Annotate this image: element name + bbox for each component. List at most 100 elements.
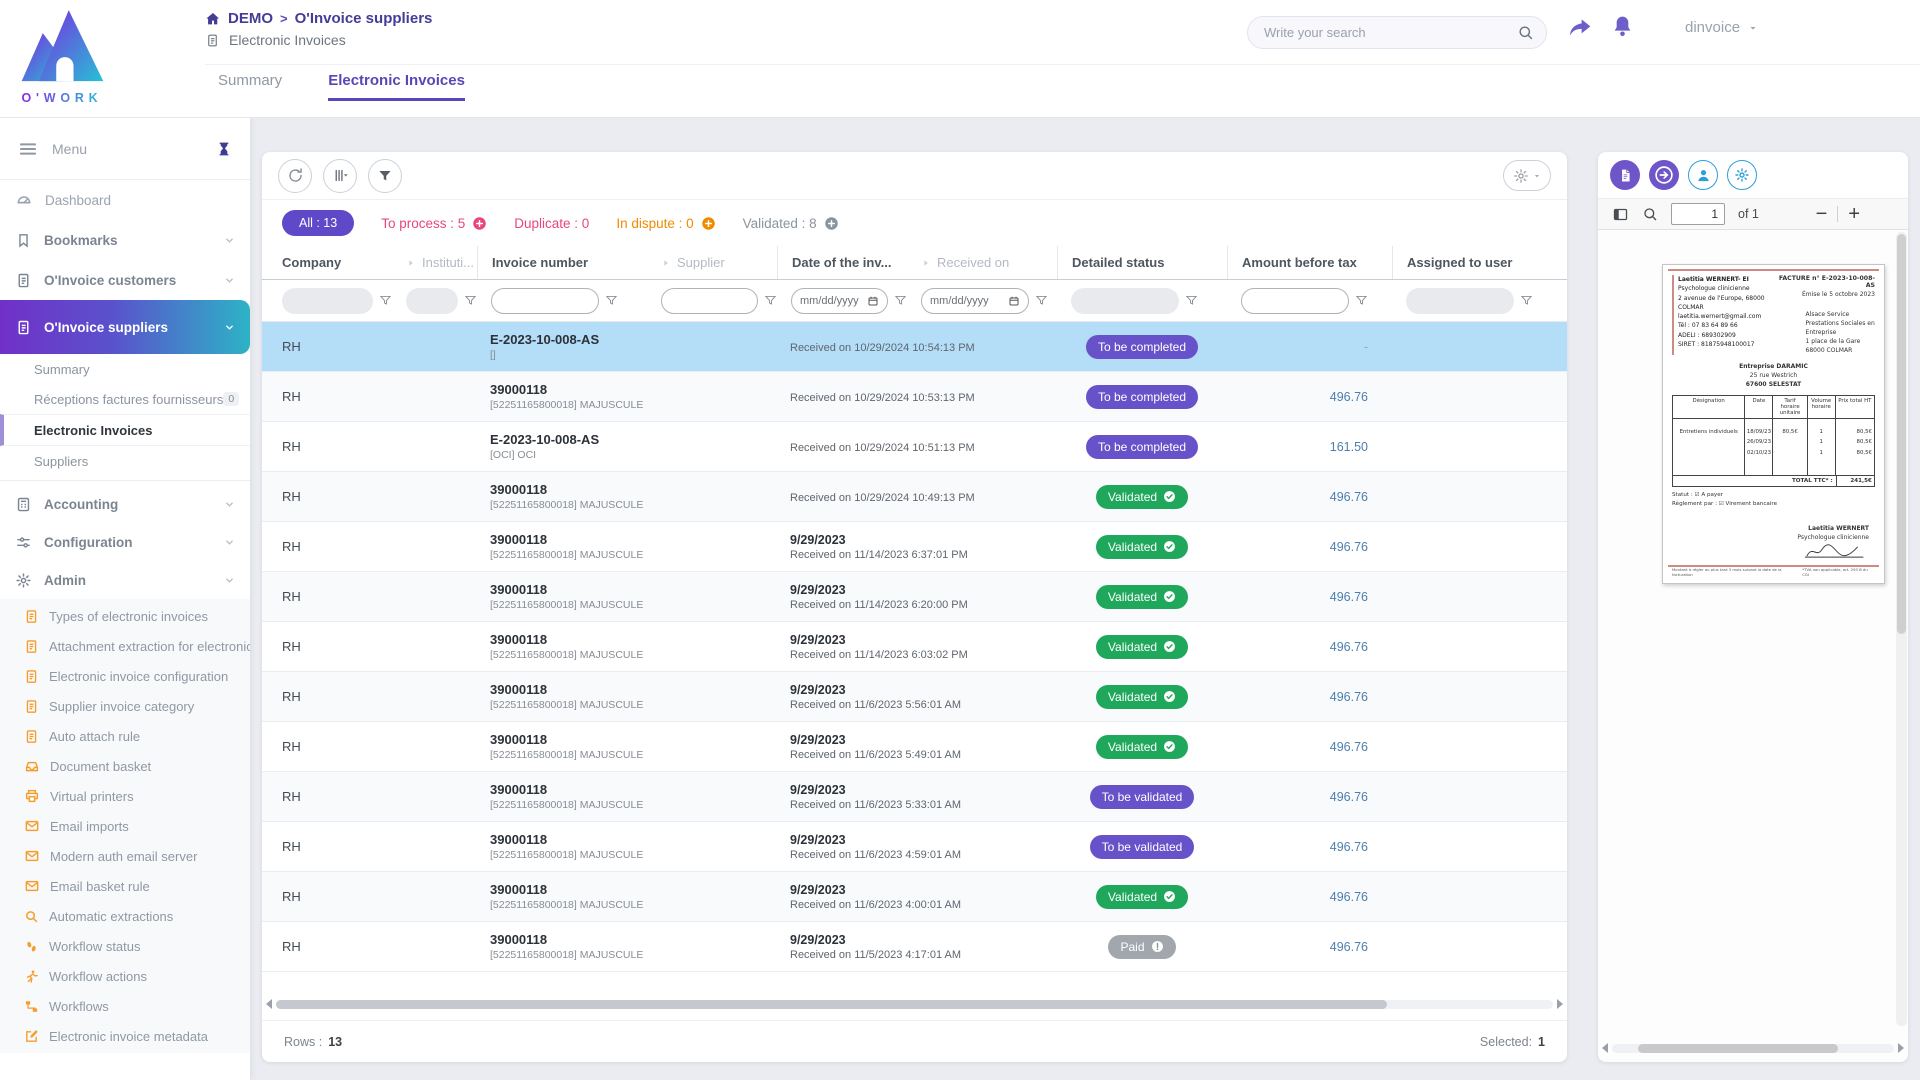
preview-settings-button[interactable] bbox=[1727, 160, 1757, 190]
scrollbar-track[interactable] bbox=[276, 1000, 1553, 1009]
tab-summary[interactable]: Summary bbox=[218, 72, 282, 101]
table-row[interactable]: RH39000118[52251165800018] MAJUSCULE9/29… bbox=[262, 872, 1567, 922]
hourglass-icon[interactable] bbox=[216, 141, 232, 157]
plus-circle-icon[interactable] bbox=[701, 216, 716, 231]
table-row[interactable]: RH39000118[52251165800018] MAJUSCULE9/29… bbox=[262, 622, 1567, 672]
table-row[interactable]: RH39000118[52251165800018] MAJUSCULE9/29… bbox=[262, 522, 1567, 572]
assign-user-button[interactable] bbox=[1688, 160, 1718, 190]
funnel-icon[interactable] bbox=[1035, 294, 1048, 307]
filter-input-amount-before-tax[interactable] bbox=[1241, 288, 1349, 314]
funnel-icon[interactable] bbox=[1355, 294, 1368, 307]
funnel-icon[interactable] bbox=[1520, 294, 1533, 307]
sidebar-item-workflow-status[interactable]: Workflow status bbox=[0, 931, 250, 961]
sidebar-item-virtual-printers[interactable]: Virtual printers bbox=[0, 781, 250, 811]
hamburger-icon[interactable] bbox=[18, 139, 38, 159]
pdf-hscroll-thumb[interactable] bbox=[1638, 1044, 1838, 1053]
find-icon[interactable] bbox=[1642, 206, 1658, 222]
breadcrumb-section[interactable]: O'Invoice suppliers bbox=[295, 10, 433, 27]
sidebar-item-email-basket-rule[interactable]: Email basket rule bbox=[0, 871, 250, 901]
table-row[interactable]: RH39000118[52251165800018] MAJUSCULE9/29… bbox=[262, 672, 1567, 722]
column-header-company[interactable]: Company bbox=[262, 246, 392, 279]
sidebar-item-bookmarks[interactable]: Bookmarks bbox=[0, 220, 250, 260]
column-header-received-on[interactable]: Received on bbox=[907, 246, 1057, 279]
bell-icon[interactable] bbox=[1610, 14, 1635, 39]
scroll-left-arrow[interactable] bbox=[266, 999, 272, 1009]
funnel-icon[interactable] bbox=[379, 294, 392, 307]
sidebar-item-modern-auth-email-server[interactable]: Modern auth email server bbox=[0, 841, 250, 871]
pdf-scroll-left-arrow[interactable] bbox=[1602, 1043, 1608, 1053]
chip-to-process-5[interactable]: To process : 5 bbox=[381, 216, 487, 231]
open-document-button[interactable] bbox=[1649, 160, 1679, 190]
plus-circle-icon[interactable] bbox=[824, 216, 839, 231]
sidebar-item-attachment-extraction-for-electronic-invoices[interactable]: Attachment extraction for electronic inv… bbox=[0, 631, 250, 661]
sidebar-subitem-r-ceptions-factures-fournisseurs[interactable]: Réceptions factures fournisseurs0 bbox=[0, 384, 250, 414]
pdf-download-button[interactable] bbox=[1610, 160, 1640, 190]
sidebar-toggle-icon[interactable] bbox=[1612, 206, 1629, 223]
column-header-assigned-to-user[interactable]: Assigned to user bbox=[1392, 246, 1567, 279]
share-icon[interactable] bbox=[1567, 15, 1593, 41]
funnel-icon[interactable] bbox=[894, 294, 907, 307]
column-header-detailed-status[interactable]: Detailed status bbox=[1057, 246, 1227, 279]
refresh-button[interactable] bbox=[278, 159, 312, 193]
sidebar-item-automatic-extractions[interactable]: Automatic extractions bbox=[0, 901, 250, 931]
filter-input-invoice-number[interactable] bbox=[491, 288, 599, 314]
table-row[interactable]: RH39000118[52251165800018] MAJUSCULE9/29… bbox=[262, 822, 1567, 872]
sidebar-item-dashboard[interactable]: Dashboard bbox=[0, 180, 250, 220]
columns-button[interactable] bbox=[323, 159, 357, 193]
search-icon[interactable] bbox=[1517, 24, 1534, 41]
sidebar-item-workflows[interactable]: Workflows bbox=[0, 991, 250, 1021]
sidebar-item-electronic-invoice-metadata[interactable]: Electronic invoice metadata bbox=[0, 1021, 250, 1051]
chip-in-dispute-0[interactable]: In dispute : 0 bbox=[616, 216, 715, 231]
breadcrumb-home[interactable]: DEMO bbox=[228, 10, 273, 27]
table-row[interactable]: RH39000118[52251165800018] MAJUSCULE9/29… bbox=[262, 922, 1567, 972]
scroll-right-arrow[interactable] bbox=[1557, 999, 1563, 1009]
funnel-icon[interactable] bbox=[764, 294, 777, 307]
column-header-amount-before-tax[interactable]: Amount before tax bbox=[1227, 246, 1392, 279]
table-row[interactable]: RH39000118[52251165800018] MAJUSCULE9/29… bbox=[262, 722, 1567, 772]
chip-all-13[interactable]: All : 13 bbox=[282, 210, 354, 236]
chip-validated-8[interactable]: Validated : 8 bbox=[743, 216, 839, 231]
sidebar-item-supplier-invoice-category[interactable]: Supplier invoice category bbox=[0, 691, 250, 721]
zoom-out-button[interactable]: − bbox=[1816, 204, 1828, 224]
filter-input-supplier[interactable] bbox=[661, 288, 758, 314]
table-row[interactable]: RH39000118[52251165800018] MAJUSCULE9/29… bbox=[262, 572, 1567, 622]
zoom-in-button[interactable]: + bbox=[1848, 204, 1860, 224]
filter-input-received-on[interactable]: mm/dd/yyyy bbox=[921, 288, 1029, 314]
pdf-vscroll-thumb[interactable] bbox=[1897, 234, 1906, 634]
plus-circle-icon[interactable] bbox=[472, 216, 487, 231]
column-header-supplier[interactable]: Supplier bbox=[647, 246, 777, 279]
filter-input-date-of-the-inv[interactable]: mm/dd/yyyy bbox=[791, 288, 888, 314]
sidebar-item-email-imports[interactable]: Email imports bbox=[0, 811, 250, 841]
table-row[interactable]: RH39000118[52251165800018] MAJUSCULERece… bbox=[262, 372, 1567, 422]
sidebar-item-electronic-invoice-configuration[interactable]: Electronic invoice configuration bbox=[0, 661, 250, 691]
filter-button[interactable] bbox=[368, 159, 402, 193]
sidebar-item-accounting[interactable]: Accounting bbox=[0, 485, 250, 523]
pdf-scroll-right-arrow[interactable] bbox=[1898, 1043, 1904, 1053]
column-header-instituti[interactable]: Instituti... bbox=[392, 246, 477, 279]
funnel-icon[interactable] bbox=[605, 294, 618, 307]
page-number-input[interactable] bbox=[1671, 203, 1725, 225]
funnel-icon[interactable] bbox=[1185, 294, 1198, 307]
table-row[interactable]: RHE-2023-10-008-AS[OCI] OCIReceived on 1… bbox=[262, 422, 1567, 472]
sidebar-item-configuration[interactable]: Configuration bbox=[0, 523, 250, 561]
sidebar-subitem-suppliers[interactable]: Suppliers bbox=[0, 446, 250, 476]
sidebar-subitem-electronic-invoices[interactable]: Electronic Invoices bbox=[0, 414, 250, 446]
column-header-invoice-number[interactable]: Invoice number bbox=[477, 246, 647, 279]
sidebar-item-workflow-actions[interactable]: Workflow actions bbox=[0, 961, 250, 991]
sidebar-item-auto-attach-rule[interactable]: Auto attach rule bbox=[0, 721, 250, 751]
tab-electronic-invoices[interactable]: Electronic Invoices bbox=[328, 72, 465, 101]
pdf-viewport[interactable]: Laetitia WERNERT- EIPsychologue clinicie… bbox=[1598, 230, 1908, 1062]
table-row[interactable]: RH39000118[52251165800018] MAJUSCULERece… bbox=[262, 472, 1567, 522]
sidebar-item-types-of-electronic-invoices[interactable]: Types of electronic invoices bbox=[0, 601, 250, 631]
pdf-hscroll-track[interactable] bbox=[1612, 1044, 1894, 1053]
sidebar-item-admin[interactable]: Admin bbox=[0, 561, 250, 599]
sidebar-subitem-summary[interactable]: Summary bbox=[0, 354, 250, 384]
scrollbar-thumb[interactable] bbox=[276, 1000, 1387, 1009]
column-header-date-of-the-inv[interactable]: Date of the inv... bbox=[777, 246, 907, 279]
table-row[interactable]: RH39000118[52251165800018] MAJUSCULE9/29… bbox=[262, 772, 1567, 822]
chip-duplicate-0[interactable]: Duplicate : 0 bbox=[514, 216, 589, 231]
user-menu[interactable]: dinvoice bbox=[1685, 19, 1759, 36]
sidebar-item-o-invoice-customers[interactable]: O'Invoice customers bbox=[0, 260, 250, 300]
table-settings-button[interactable] bbox=[1503, 160, 1551, 191]
sidebar-item-document-basket[interactable]: Document basket bbox=[0, 751, 250, 781]
